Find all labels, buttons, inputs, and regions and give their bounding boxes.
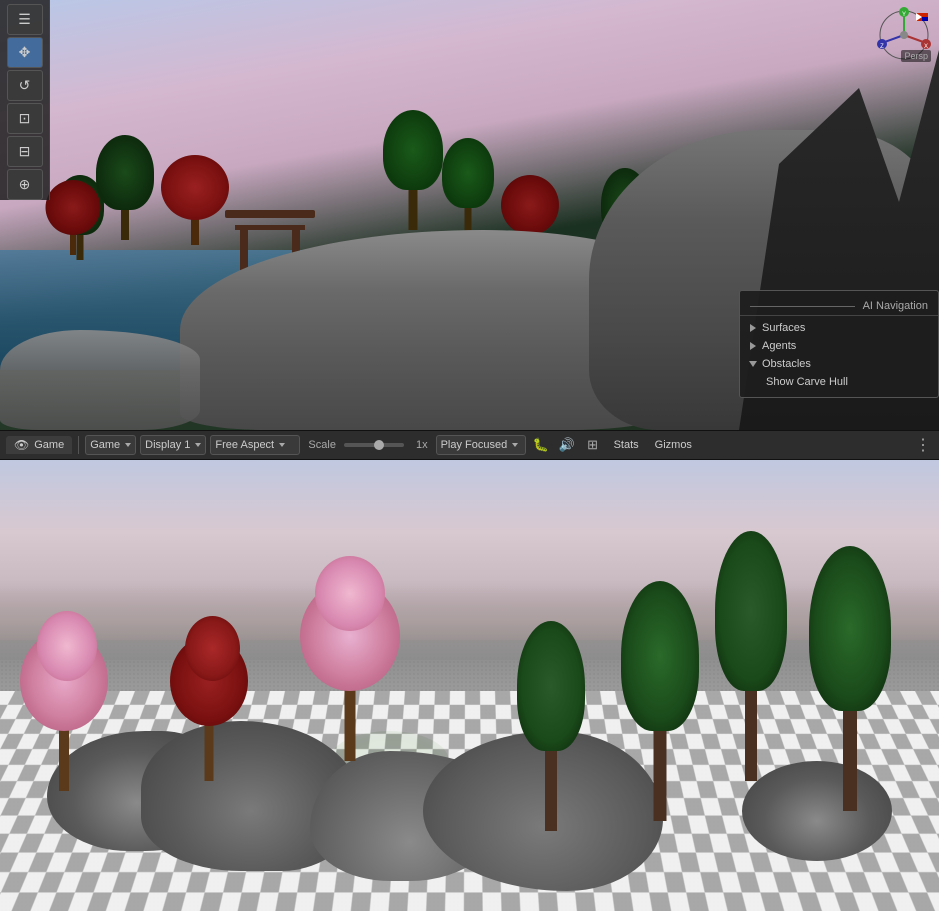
svg-text:Z: Z: [880, 44, 884, 50]
scale-tool-button[interactable]: ⊡: [7, 103, 43, 134]
more-options-button[interactable]: ⋮: [913, 435, 933, 455]
expand-icon-agents: [750, 342, 756, 350]
ai-nav-context-menu: AI Navigation Surfaces Agents Obstacles …: [739, 290, 939, 398]
scene-view: ☰ ✥ ↺ ⊡ ⊟ ⊕ AI Navigation Surfaces Agent…: [0, 0, 939, 430]
aspect-dropdown[interactable]: Free Aspect: [210, 435, 300, 455]
game-tree-cherry-1: [19, 611, 109, 791]
game-view: [0, 460, 939, 911]
game-tree-dark-4: [714, 541, 789, 781]
game-tree-cherry-2: [300, 561, 400, 761]
tree-maple-red-2: [160, 165, 230, 245]
play-focused-label: Play Focused: [441, 439, 508, 451]
tree-pine-2: [95, 150, 155, 240]
menu-item-obstacles[interactable]: Obstacles: [740, 355, 938, 373]
audio-icon-button[interactable]: 🔊: [556, 434, 578, 456]
surfaces-label: Surfaces: [762, 322, 805, 334]
show-carve-label: Show Carve Hull: [766, 376, 848, 388]
debug-icon-button[interactable]: 🐛: [530, 434, 552, 456]
game-tab-label: Game: [34, 439, 64, 451]
game-tree-dark-3: [807, 561, 892, 811]
rect-tool-button[interactable]: ⊟: [7, 136, 43, 167]
game-dropdown[interactable]: Game: [85, 435, 136, 455]
display-dropdown[interactable]: Display 1: [140, 435, 206, 455]
stats-button[interactable]: Stats: [608, 435, 645, 455]
hand-tool-button[interactable]: ☰: [7, 4, 43, 35]
aspect-label: Free Aspect: [215, 439, 274, 451]
rock-left: [0, 330, 200, 430]
game-tree-dark-1: [516, 631, 586, 831]
play-focused-dropdown-arrow: [512, 443, 518, 447]
play-focused-dropdown[interactable]: Play Focused: [436, 435, 526, 455]
obstacles-label: Obstacles: [762, 358, 811, 370]
scale-value: 1x: [416, 439, 428, 451]
game-background: [0, 460, 939, 911]
rotate-tool-button[interactable]: ↺: [7, 70, 43, 101]
menu-item-show-carve[interactable]: Show Carve Hull: [740, 373, 938, 391]
expand-icon-obstacles: [749, 361, 757, 367]
game-tab[interactable]: 👁 Game: [6, 436, 72, 454]
move-tool-button[interactable]: ✥: [7, 37, 43, 68]
menu-item-agents[interactable]: Agents: [740, 337, 938, 355]
fog-layer: [0, 580, 939, 660]
perspective-label: Persp: [901, 50, 931, 62]
display-label: Display 1: [145, 439, 190, 451]
menu-header-line: [750, 306, 855, 307]
gizmos-button[interactable]: Gizmos: [649, 435, 698, 455]
aspect-dropdown-arrow: [279, 443, 285, 447]
game-tree-dark-2: [620, 601, 700, 821]
tree-green-4: [440, 155, 495, 240]
toolbar-divider-1: [78, 436, 79, 454]
menu-header-label: AI Navigation: [863, 300, 928, 312]
game-tab-icon: 👁: [14, 438, 29, 452]
scale-label: Scale: [308, 439, 336, 451]
agents-label: Agents: [762, 340, 796, 352]
menu-item-surfaces[interactable]: Surfaces: [740, 319, 938, 337]
more-icon: ⋮: [915, 435, 931, 455]
game-dropdown-arrow: [125, 443, 131, 447]
svg-text:Y: Y: [902, 12, 906, 18]
tree-maple-red-1: [45, 190, 100, 255]
expand-icon-surfaces: [750, 324, 756, 332]
menu-header: AI Navigation: [740, 297, 938, 316]
display-icon-button[interactable]: ⊞: [582, 434, 604, 456]
display-dropdown-arrow: [195, 443, 201, 447]
game-view-toolbar: 👁 Game Game Display 1 Free Aspect Scale …: [0, 430, 939, 460]
scene-toolbar: ☰ ✥ ↺ ⊡ ⊟ ⊕: [0, 0, 50, 200]
scale-slider[interactable]: [344, 443, 404, 447]
transform-tool-button[interactable]: ⊕: [7, 169, 43, 200]
scale-knob[interactable]: [374, 440, 384, 450]
tree-green-3: [380, 130, 445, 230]
game-dropdown-label: Game: [90, 439, 120, 451]
game-tree-red-maple: [169, 621, 249, 781]
